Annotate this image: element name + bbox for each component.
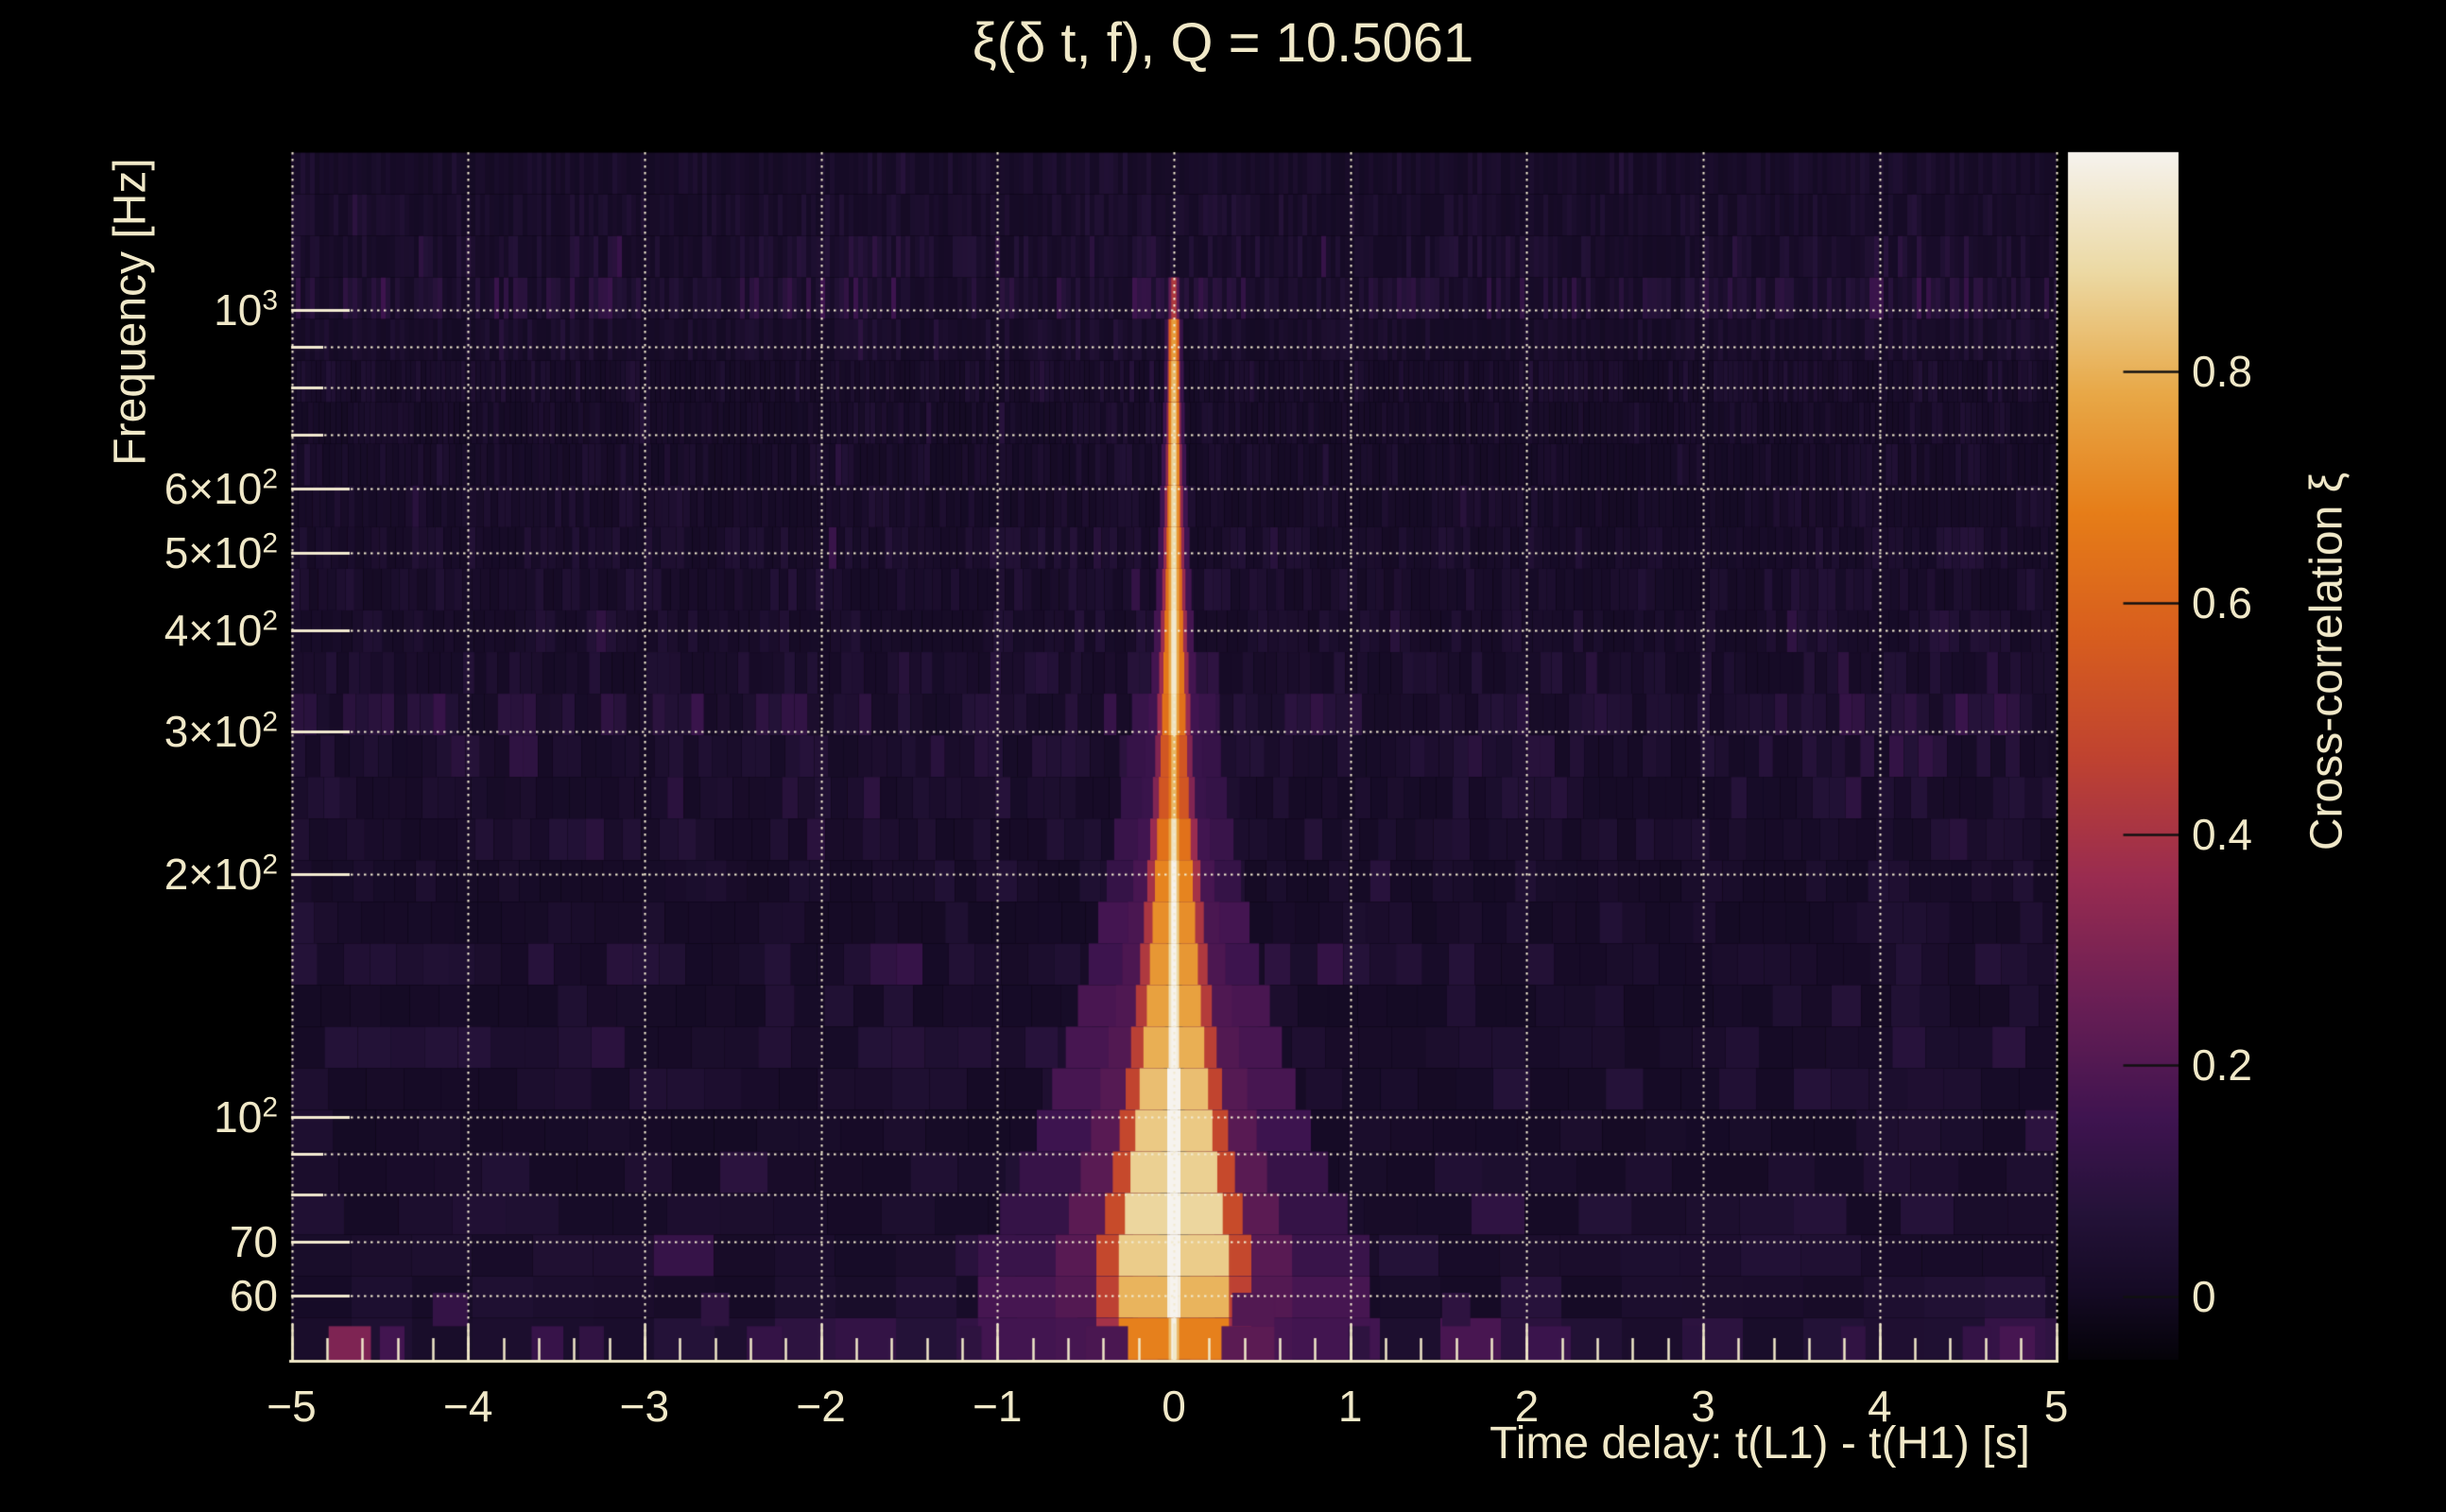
y-tick-label: 5×102 — [164, 527, 278, 577]
x-tick-label: −4 — [442, 1382, 493, 1431]
colorbar-tick-label: 0.8 — [2192, 347, 2252, 397]
y-tick-label: 70 — [229, 1216, 278, 1266]
x-tick-label: 2 — [1514, 1382, 1540, 1431]
colorbar-tick-label: 0.6 — [2192, 577, 2252, 627]
colorbar-tick-label: 0.4 — [2192, 809, 2252, 859]
y-tick-label: 103 — [214, 284, 278, 335]
y-tick-label: 102 — [214, 1091, 278, 1142]
x-tick-label: −1 — [973, 1382, 1023, 1431]
figure: ξ(δ t, f), Q = 10.5061 Frequency [Hz] Ti… — [0, 0, 2446, 1512]
y-tick-label: 2×102 — [164, 849, 278, 899]
colorbar-title: Cross-correlation ξ — [2301, 472, 2352, 851]
x-tick-label: −2 — [796, 1382, 846, 1431]
x-tick-label: −3 — [619, 1382, 670, 1431]
x-tick-label: 5 — [2043, 1382, 2069, 1431]
x-tick-label: 4 — [1868, 1382, 1892, 1431]
colorbar-tick-label: 0 — [2192, 1271, 2216, 1321]
y-tick-label: 6×102 — [164, 463, 278, 514]
y-tick-label: 3×102 — [164, 706, 278, 757]
y-tick-label: 4×102 — [164, 606, 278, 656]
y-axis-title: Frequency [Hz] — [105, 158, 156, 466]
x-tick-label: 1 — [1337, 1382, 1363, 1431]
x-tick-label: 0 — [1162, 1382, 1186, 1431]
heatmap-canvas — [0, 0, 2446, 1512]
chart-title: ξ(δ t, f), Q = 10.5061 — [972, 12, 1474, 74]
colorbar-tick-label: 0.2 — [2192, 1040, 2252, 1091]
x-tick-label: −5 — [267, 1382, 317, 1431]
x-axis-title: Time delay: t(L1) - t(H1) [s] — [1490, 1418, 2030, 1469]
y-tick-label: 60 — [229, 1271, 278, 1321]
x-tick-label: 3 — [1691, 1382, 1715, 1431]
